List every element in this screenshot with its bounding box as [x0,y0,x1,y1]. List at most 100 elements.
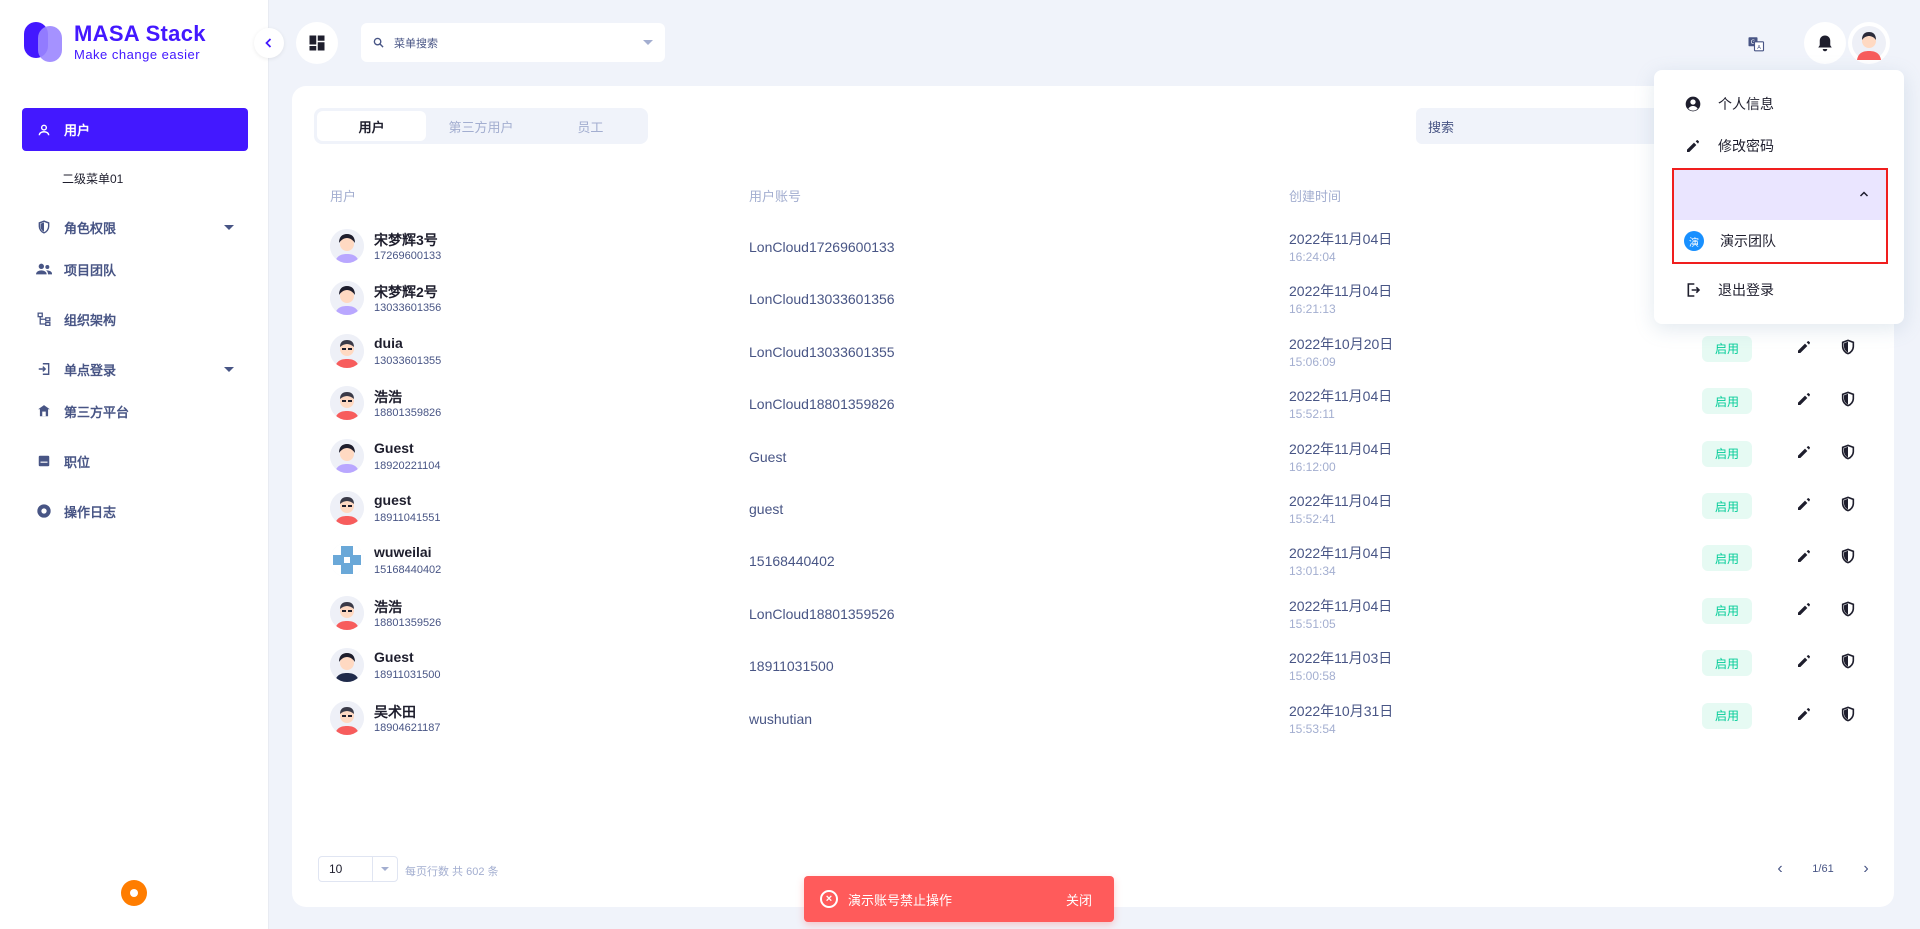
user-name: 宋梦辉2号 [374,284,438,301]
user-phone: 13033601356 [374,302,442,315]
team-item-demo[interactable]: 演 演示团队 [1674,220,1886,262]
user-name: guest [374,492,412,508]
error-toast: × 演示账号禁止操作 关闭 [804,876,1114,922]
page-size-select[interactable]: 10 [318,856,398,882]
avatar [330,229,364,263]
login-icon [36,361,52,377]
table-row: wuweilai 15168440402 15168440402 2022年11月04… [292,536,1894,588]
translate-icon: GA [1748,37,1765,52]
status-badge: 启用 [1702,597,1752,624]
user-avatar-button[interactable] [1848,22,1890,64]
team-switcher-header[interactable] [1674,170,1886,220]
next-page-button[interactable]: › [1856,860,1876,878]
help-float-button[interactable] [121,880,147,906]
avatar [330,648,364,683]
user-phone: 18911031500 [374,669,441,682]
chevron-down-icon[interactable] [643,40,653,45]
edit-icon[interactable] [1796,706,1816,726]
sidebar-item-roles[interactable]: 角色权限 [22,206,248,248]
team-avatar: 演 [1684,231,1704,251]
sidebar-item-sso[interactable]: 单点登录 [22,348,248,390]
user-account: guest [749,501,784,517]
sidebar-item-label: 职位 [64,454,91,470]
menu-search-input[interactable]: 菜单搜索 [361,23,665,62]
menu-item-change-password[interactable]: 修改密码 [1654,126,1904,166]
sidebar-item-third-party[interactable]: 第三方平台 [22,390,248,432]
user-name: 浩浩 [374,598,402,615]
permission-shield-icon[interactable] [1840,548,1860,568]
permission-shield-icon[interactable] [1840,601,1860,621]
table-row: guest 18911041551 guest 2022年11月04日 15:52:41… [292,484,1894,536]
permission-shield-icon[interactable] [1840,496,1860,516]
notifications-button[interactable] [1804,22,1846,64]
user-type-tabs: 用户 第三方用户 员工 [314,108,648,144]
edit-icon[interactable] [1796,653,1816,673]
menu-search-placeholder: 菜单搜索 [394,37,438,50]
created-date: 2022年11月04日 [1289,440,1393,457]
edit-icon[interactable] [1796,601,1816,621]
status-badge: 启用 [1702,650,1752,677]
language-button[interactable]: GA [1744,32,1768,56]
collapse-sidebar-button[interactable] [254,28,284,58]
created-time: 15:00:58 [1289,669,1336,684]
user-name: wuweilai [374,544,432,561]
sidebar-item-users[interactable]: 用户 [22,108,248,151]
avatar [1852,26,1886,60]
table-row: Guest 18911031500 18911031500 2022年11月03日 15… [292,641,1894,693]
created-time: 15:52:11 [1289,407,1335,422]
user-account: LonCloud13033601356 [749,291,895,308]
status-badge: 启用 [1702,335,1752,362]
sidebar-item-teams[interactable]: 项目团队 [22,248,248,290]
user-search-input[interactable]: 搜索 [1416,108,1666,144]
user-account: LonCloud18801359826 [749,396,895,413]
apps-button[interactable] [296,22,338,64]
table-row: 浩浩 18801359526 LonCloud18801359526 2022年11月… [292,589,1894,641]
menu-item-profile[interactable]: 个人信息 [1654,84,1904,124]
edit-icon[interactable] [1796,391,1816,411]
menu-item-label: 个人信息 [1718,96,1774,112]
user-name: 吴术田 [374,703,416,720]
edit-icon[interactable] [1796,339,1816,359]
table-row: 吴术田 18904621187 wushutian 2022年10月31日 15:53:… [292,694,1894,746]
tab-third-party-users[interactable]: 第三方用户 [426,111,535,141]
toast-close-button[interactable]: 关闭 [1066,890,1092,909]
sidebar-item-positions[interactable]: 职位 [22,440,248,482]
user-search-placeholder: 搜索 [1428,119,1455,135]
permission-shield-icon[interactable] [1840,391,1860,411]
tab-staff[interactable]: 员工 [536,111,645,141]
column-header-account: 用户账号 [749,189,802,204]
pager-info: 每页行数 共 602 条 [405,866,499,878]
created-time: 15:53:54 [1289,721,1336,736]
toast-message: 演示账号禁止操作 [848,892,953,908]
user-icon [36,122,52,138]
created-time: 13:01:34 [1289,564,1336,579]
created-date: 2022年11月04日 [1289,388,1393,405]
sidebar-item-label: 项目团队 [64,262,117,278]
avatar [330,543,364,578]
permission-shield-icon[interactable] [1840,653,1860,673]
sidebar-item-submenu-01[interactable]: 二级菜单01 [22,151,248,206]
sidebar-item-label: 组织架构 [64,312,117,328]
permission-shield-icon[interactable] [1840,444,1860,464]
edit-icon[interactable] [1796,496,1816,516]
sidebar-item-org[interactable]: 组织架构 [22,298,248,340]
sidebar-item-label: 操作日志 [64,504,117,520]
created-time: 15:51:05 [1289,616,1336,631]
tab-users[interactable]: 用户 [317,111,427,141]
menu-item-logout[interactable]: 退出登录 [1654,270,1904,310]
user-menu: 个人信息 修改密码 演 演示团队 退出登录 [1654,70,1904,324]
edit-icon[interactable] [1796,444,1816,464]
prev-page-button[interactable]: ‹ [1770,860,1790,878]
edit-icon[interactable] [1796,548,1816,568]
user-name: 浩浩 [374,389,402,406]
sidebar-item-label: 单点登录 [64,362,117,378]
chevron-down-icon [224,225,234,230]
permission-shield-icon[interactable] [1840,706,1860,726]
permission-shield-icon[interactable] [1840,339,1860,359]
sidebar: MASA Stack Make change easier 用户 二级菜单01 … [0,0,269,929]
sidebar-item-logs[interactable]: 操作日志 [22,490,248,532]
created-date: 2022年11月04日 [1289,283,1393,300]
team-switcher: 演 演示团队 [1672,168,1888,264]
logo-slogan: Make change easier [74,47,201,62]
logo[interactable]: MASA Stack Make change easier [24,20,206,64]
